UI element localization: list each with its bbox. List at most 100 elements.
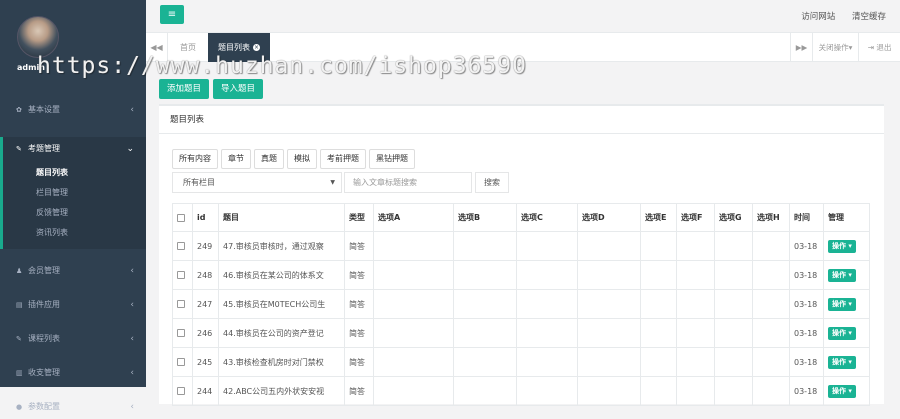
chevron-left-icon: ‹: [130, 105, 134, 115]
sidebar-item-label: 会员管理: [28, 266, 60, 275]
operation-dropdown-button[interactable]: 操作 ▾: [828, 268, 856, 282]
cell-id: 245: [192, 347, 219, 377]
add-question-button[interactable]: 添加题目: [159, 79, 210, 99]
cell-type: 简答: [344, 318, 374, 348]
table-row: 248 46.审核员在某公司的体系文 简答 03-18 操作 ▾: [172, 260, 870, 290]
col-option-d: 选项D: [577, 203, 641, 232]
chevron-left-icon: ‹: [130, 368, 134, 378]
table-header-row: id 题目 类型 选项A 选项B 选项C 选项D 选项E 选项F 选项G 选项H…: [172, 203, 870, 232]
config-icon: ●: [16, 403, 23, 411]
col-option-g: 选项G: [714, 203, 753, 232]
row-select-cell[interactable]: [172, 376, 193, 406]
category-select-value: 所有栏目: [183, 178, 215, 187]
cell-id: 246: [192, 318, 219, 348]
sidebar-item-members[interactable]: ♟ 会员管理 ‹: [0, 259, 146, 283]
cell-type: 简答: [344, 260, 374, 290]
operation-dropdown-button[interactable]: 操作 ▾: [828, 355, 856, 369]
logout-button[interactable]: ⇥ 退出: [858, 33, 900, 62]
import-question-button[interactable]: 导入题目: [213, 79, 264, 99]
chevron-left-icon: ‹: [130, 266, 134, 276]
filter-mock-button[interactable]: 模拟: [287, 149, 317, 169]
sidebar-item-basic-settings[interactable]: ✿ 基本设置 ‹: [0, 98, 146, 122]
cell-manage: 操作 ▾: [823, 231, 870, 261]
sidebar-item-label: 收支管理: [28, 368, 60, 377]
row-checkbox[interactable]: [177, 329, 185, 337]
filter-all-button[interactable]: 所有内容: [172, 149, 218, 169]
row-checkbox[interactable]: [177, 242, 185, 250]
category-select[interactable]: 所有栏目 ▼: [172, 172, 342, 193]
plugin-icon: ▤: [16, 301, 23, 309]
close-icon[interactable]: ×: [253, 44, 260, 51]
visit-site-link[interactable]: 访问网站: [801, 12, 835, 22]
col-option-f: 选项F: [676, 203, 715, 232]
operation-dropdown-button[interactable]: 操作 ▾: [828, 384, 856, 398]
caret-down-icon: ▼: [330, 179, 335, 186]
course-icon: ✎: [16, 335, 22, 343]
avatar[interactable]: [17, 16, 59, 58]
row-select-cell[interactable]: [172, 289, 193, 319]
operation-dropdown-button[interactable]: 操作 ▾: [828, 297, 856, 311]
cell-title: 46.审核员在某公司的体系文: [218, 260, 345, 290]
action-buttons: 添加题目 导入题目: [159, 79, 267, 99]
chevron-left-icon: ‹: [130, 300, 134, 310]
table-row: 244 42.ABC公司五内外状安安视 简答 03-18 操作 ▾: [172, 376, 870, 406]
row-select-cell[interactable]: [172, 231, 193, 261]
tabs-scroll-right-button[interactable]: ▶▶: [790, 33, 812, 62]
sidebar-item-plugins[interactable]: ▤ 插件应用 ‹: [0, 293, 146, 317]
row-checkbox[interactable]: [177, 271, 185, 279]
row-select-cell[interactable]: [172, 260, 193, 290]
menu-toggle-button[interactable]: ≡: [160, 5, 184, 24]
sidebar-submenu: 题目列表 栏目管理 反馈管理 资讯列表: [0, 161, 146, 249]
main-content: 添加题目 导入题目 题目列表 所有内容 章节 真题 模拟 考前押题 黑钻押题 所有栏目 ▼ 输…: [146, 62, 900, 406]
filter-black-diamond-button[interactable]: 黑钻押题: [369, 149, 415, 169]
submenu-item-question-list[interactable]: 题目列表: [3, 163, 146, 183]
operation-dropdown-button[interactable]: 操作 ▾: [828, 239, 856, 253]
row-checkbox[interactable]: [177, 387, 185, 395]
sidebar-item-courses[interactable]: ✎ 课程列表 ‹: [0, 327, 146, 351]
cell-time: 03-18: [789, 318, 824, 348]
filter-chapter-button[interactable]: 章节: [221, 149, 251, 169]
sidebar-item-questions[interactable]: ✎ 考题管理 ⌄: [0, 137, 146, 161]
col-option-h: 选项H: [752, 203, 790, 232]
col-title: 题目: [218, 203, 345, 232]
submenu-item-news[interactable]: 资讯列表: [3, 223, 146, 243]
cell-type: 简答: [344, 231, 374, 261]
cell-manage: 操作 ▾: [823, 318, 870, 348]
col-id: id: [192, 203, 219, 232]
search-input[interactable]: 输入文章标题搜索: [344, 172, 472, 193]
filter-real-button[interactable]: 真题: [254, 149, 284, 169]
cell-type: 简答: [344, 289, 374, 319]
cell-manage: 操作 ▾: [823, 347, 870, 377]
row-select-cell[interactable]: [172, 318, 193, 348]
close-operations-dropdown[interactable]: 关闭操作▾: [812, 33, 858, 62]
cell-title: 43.审核检查机房时对门禁权: [218, 347, 345, 377]
panel-title: 题目列表: [159, 106, 884, 134]
cell-title: 42.ABC公司五内外状安安视: [218, 376, 345, 406]
sidebar-item-label: 课程列表: [28, 334, 60, 343]
row-checkbox[interactable]: [177, 358, 185, 366]
cell-time: 03-18: [789, 376, 824, 406]
operation-dropdown-button[interactable]: 操作 ▾: [828, 326, 856, 340]
row-select-cell[interactable]: [172, 347, 193, 377]
table-row: 249 47.审核员审核时，通过观察 简答 03-18 操作 ▾: [172, 231, 870, 261]
filter-pre-exam-button[interactable]: 考前押题: [320, 149, 366, 169]
col-type: 类型: [344, 203, 374, 232]
select-all-header[interactable]: [172, 203, 193, 232]
table-row: 247 45.审核员在M0TECH公司生 简答 03-18 操作 ▾: [172, 289, 870, 319]
submenu-item-category[interactable]: 栏目管理: [3, 183, 146, 203]
sidebar-item-finance[interactable]: ▥ 收支管理 ‹: [0, 361, 146, 385]
chevron-left-icon: ‹: [130, 402, 134, 412]
sidebar-item-label: 考题管理: [28, 144, 60, 153]
cell-id: 248: [192, 260, 219, 290]
submenu-item-feedback[interactable]: 反馈管理: [3, 203, 146, 223]
clear-cache-link[interactable]: 清空缓存: [852, 12, 886, 22]
select-all-checkbox[interactable]: [177, 213, 185, 222]
col-option-b: 选项B: [453, 203, 517, 232]
table-row: 245 43.审核检查机房时对门禁权 简答 03-18 操作 ▾: [172, 347, 870, 377]
question-table: id 题目 类型 选项A 选项B 选项C 选项D 选项E 选项F 选项G 选项H…: [172, 203, 870, 406]
col-option-a: 选项A: [373, 203, 454, 232]
search-button[interactable]: 搜索: [475, 172, 509, 193]
chevron-left-icon: ‹: [130, 334, 134, 344]
row-checkbox[interactable]: [177, 300, 185, 308]
sidebar-item-config[interactable]: ● 参数配置 ‹: [0, 395, 146, 419]
